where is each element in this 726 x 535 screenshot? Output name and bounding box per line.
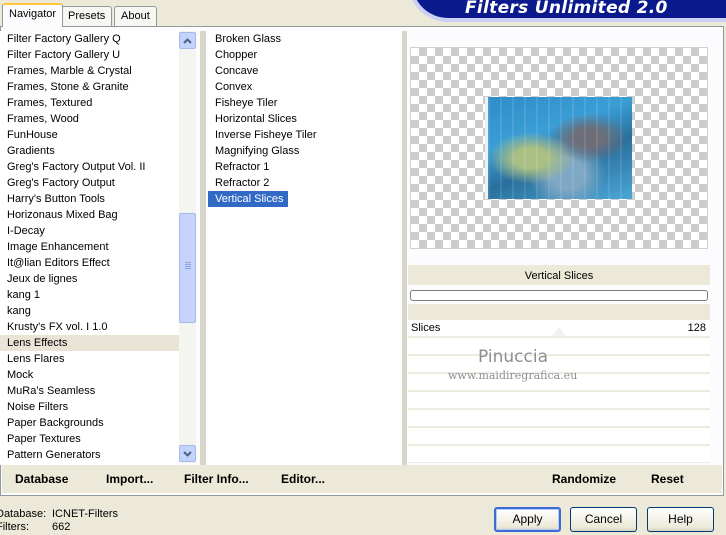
preview-divider <box>402 31 407 465</box>
category-item[interactable]: Harry's Button Tools <box>0 191 180 207</box>
apply-button[interactable]: Apply <box>494 507 561 532</box>
tab-navigator[interactable]: Navigator <box>2 3 64 27</box>
progress-bar <box>410 290 708 301</box>
scroll-thumb[interactable] <box>179 213 196 323</box>
filter-item[interactable]: Inverse Fisheye Tiler <box>208 127 316 143</box>
category-list[interactable]: Filter Factory Gallery Q Filter Factory G… <box>0 31 180 465</box>
category-item[interactable]: I-Decay <box>0 223 180 239</box>
category-item[interactable]: Mock <box>0 367 180 383</box>
import-button[interactable]: Import... <box>106 472 153 486</box>
filter-item[interactable]: Fisheye Tiler <box>208 95 288 111</box>
category-item[interactable]: Greg's Factory Output <box>0 175 180 191</box>
list-divider <box>200 31 206 465</box>
category-item[interactable]: Filter Factory Gallery U <box>0 47 180 63</box>
filter-item[interactable]: Chopper <box>208 47 288 63</box>
tab-presets[interactable]: Presets <box>61 6 113 26</box>
category-item[interactable]: FunHouse <box>0 127 180 143</box>
category-item[interactable]: kang 1 <box>0 287 180 303</box>
reset-button[interactable]: Reset <box>651 472 684 486</box>
category-item[interactable]: Filter Factory Gallery Q <box>0 31 180 47</box>
filter-name-label: Vertical Slices <box>408 265 710 285</box>
filter-info-button[interactable]: Filter Info... <box>184 472 249 486</box>
param-row-empty <box>408 428 710 445</box>
app-title: Filters Unlimited 2.0 <box>465 0 668 18</box>
status-filters-value: 662 <box>52 521 71 533</box>
param-slider-thumb[interactable] <box>552 327 566 336</box>
filter-item[interactable]: Refractor 1 <box>208 159 288 175</box>
watermark-url: www.maidiregrafica.eu <box>448 369 578 382</box>
param-value: 128 <box>687 322 706 334</box>
watermark-name: Pinuccia <box>478 347 548 367</box>
help-button[interactable]: Help <box>647 507 714 532</box>
filter-list[interactable]: Broken Glass Chopper Concave Convex Fisheye … <box>208 31 400 465</box>
database-button[interactable]: Database <box>15 472 68 486</box>
filter-item[interactable]: Refractor 2 <box>208 175 288 191</box>
scroll-down-button[interactable] <box>179 445 196 462</box>
filter-item[interactable]: Vertical Slices <box>208 191 288 207</box>
category-item[interactable]: Frames, Marble & Crystal <box>0 63 180 79</box>
status-database-label: Database: <box>0 508 47 520</box>
randomize-button[interactable]: Randomize <box>552 472 616 486</box>
category-scrollbar[interactable] <box>179 31 196 463</box>
tab-about[interactable]: About <box>114 6 157 26</box>
filter-item[interactable]: Concave <box>208 63 288 79</box>
category-item[interactable]: Noise Filters <box>0 399 180 415</box>
category-item[interactable]: Frames, Wood <box>0 111 180 127</box>
category-item[interactable]: Frames, Stone & Granite <box>0 79 180 95</box>
status-database-value: ICNET-Filters <box>52 508 118 520</box>
filter-item[interactable]: Magnifying Glass <box>208 143 299 159</box>
filter-item[interactable]: Convex <box>208 79 288 95</box>
filter-item[interactable]: Broken Glass <box>208 31 288 47</box>
param-row-empty <box>408 410 710 427</box>
category-item[interactable]: MuRa's Seamless <box>0 383 180 399</box>
param-row-empty <box>408 392 710 409</box>
preview-image <box>485 97 632 199</box>
param-row-empty <box>408 446 710 463</box>
category-item[interactable]: Paper Textures <box>0 431 180 447</box>
category-item[interactable]: Lens Flares <box>0 351 180 367</box>
param-label: Slices <box>411 322 441 334</box>
chevron-up-icon <box>183 37 192 44</box>
param-row-empty <box>408 338 710 355</box>
category-item[interactable]: Paper Backgrounds <box>0 415 180 431</box>
editor-button[interactable]: Editor... <box>281 472 325 486</box>
category-item[interactable]: Gradients <box>0 143 180 159</box>
category-item[interactable]: Greg's Factory Output Vol. II <box>0 159 180 175</box>
status-filters-label: Filters: <box>0 521 29 533</box>
category-item[interactable]: Lens Effects <box>0 335 180 351</box>
category-item[interactable]: Krusty's FX vol. I 1.0 <box>0 319 180 335</box>
category-item[interactable]: It@lian Editors Effect <box>0 255 180 271</box>
category-item[interactable]: Horizonaus Mixed Bag <box>0 207 180 223</box>
category-item[interactable]: Pattern Generators <box>0 447 180 463</box>
cancel-button[interactable]: Cancel <box>570 507 637 532</box>
category-item[interactable]: Jeux de lignes <box>0 271 180 287</box>
category-item[interactable]: Frames, Textured <box>0 95 180 111</box>
category-item[interactable]: kang <box>0 303 180 319</box>
filter-item[interactable]: Horizontal Slices <box>208 111 297 127</box>
category-item[interactable]: Image Enhancement <box>0 239 180 255</box>
chevron-down-icon <box>183 450 192 457</box>
scroll-up-button[interactable] <box>179 32 196 49</box>
